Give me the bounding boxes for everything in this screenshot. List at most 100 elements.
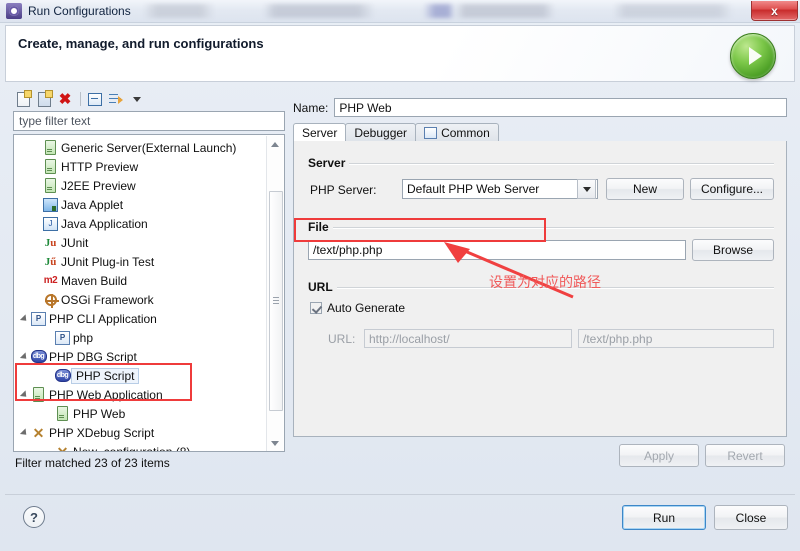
- java-applet-icon: [42, 198, 59, 212]
- expand-arrow-icon[interactable]: [18, 353, 30, 361]
- url-base-input: [364, 329, 572, 348]
- tree-item[interactable]: dbgPHP Script: [14, 366, 268, 385]
- tree-item[interactable]: Generic Server(External Launch): [14, 138, 268, 157]
- title-bar-blurred-region: [143, 4, 747, 18]
- tree-item[interactable]: ✕PHP XDebug Script: [14, 423, 268, 442]
- tree-item-label: Java Applet: [59, 198, 123, 212]
- php-server-select[interactable]: Default PHP Web Server: [402, 179, 598, 199]
- server-icon: [42, 140, 59, 155]
- tree-item[interactable]: m2Maven Build: [14, 271, 268, 290]
- tree-item[interactable]: OSGi Framework: [14, 290, 268, 309]
- expand-arrow-icon[interactable]: [18, 429, 30, 437]
- configurations-tree-list: Generic Server(External Launch) HTTP Prev…: [14, 135, 268, 452]
- tree-item-label: PHP XDebug Script: [47, 426, 154, 440]
- scrollbar-thumb[interactable]: [269, 191, 283, 411]
- scroll-up-arrow[interactable]: [267, 136, 283, 153]
- close-button[interactable]: Close: [714, 505, 788, 530]
- browse-file-button[interactable]: Browse: [692, 239, 774, 261]
- tree-item[interactable]: ✕New_configuration (8): [14, 442, 268, 452]
- revert-button[interactable]: Revert: [705, 444, 785, 467]
- tree-item[interactable]: Pphp: [14, 328, 268, 347]
- tree-item[interactable]: PHP Web: [14, 404, 268, 423]
- server-icon: [30, 387, 47, 402]
- tab-common[interactable]: Common: [415, 123, 499, 141]
- tab-label: Common: [441, 126, 490, 140]
- tree-item[interactable]: JJava Application: [14, 214, 268, 233]
- url-group: URL Auto Generate URL:: [306, 287, 774, 363]
- server-group: Server PHP Server: Default PHP Web Serve…: [306, 163, 774, 209]
- filter-input[interactable]: [13, 111, 285, 131]
- run-button[interactable]: Run: [622, 505, 706, 530]
- common-tab-icon: [424, 127, 437, 139]
- file-group: File Browse: [306, 227, 774, 269]
- java-application-icon: J: [42, 217, 59, 231]
- server-tab-panel: Server PHP Server: Default PHP Web Serve…: [293, 141, 787, 437]
- file-group-title: File: [306, 220, 333, 234]
- osgi-icon: [42, 294, 59, 306]
- xdebug-icon: ✕: [54, 445, 71, 453]
- configuration-editor-panel: Name: Server Debugger Common Server PHP Se…: [293, 88, 787, 486]
- scroll-down-arrow[interactable]: [267, 435, 283, 452]
- tree-item[interactable]: JuJUnit: [14, 233, 268, 252]
- toolbar-separator: [80, 92, 81, 106]
- junit-icon: Ju: [42, 237, 59, 249]
- group-divider: [306, 287, 774, 288]
- server-icon: [42, 159, 59, 174]
- tree-item-label: HTTP Preview: [59, 160, 138, 174]
- auto-generate-label: Auto Generate: [327, 301, 405, 315]
- configure-server-button[interactable]: Configure...: [690, 178, 774, 200]
- scrollbar-grip: [273, 297, 279, 305]
- url-label: URL:: [328, 332, 360, 346]
- maven-icon: m2: [42, 275, 59, 286]
- tree-item[interactable]: J2EE Preview: [14, 176, 268, 195]
- expand-arrow-icon[interactable]: [18, 315, 30, 323]
- duplicate-launch-configuration-button[interactable]: [34, 89, 54, 109]
- url-path-input: [578, 329, 774, 348]
- tree-item-label: JUnit Plug-in Test: [59, 255, 154, 269]
- run-play-icon: [730, 33, 776, 79]
- filter-configurations-button[interactable]: [106, 89, 126, 109]
- tree-item-label: New_configuration (8): [71, 445, 190, 453]
- php-icon: P: [54, 331, 71, 345]
- delete-launch-configuration-button[interactable]: ✖: [55, 89, 75, 109]
- configurations-tree[interactable]: Generic Server(External Launch) HTTP Prev…: [13, 134, 285, 452]
- tab-server[interactable]: Server: [293, 123, 346, 142]
- tree-item-label: PHP DBG Script: [47, 350, 137, 364]
- tree-item[interactable]: dbgPHP DBG Script: [14, 347, 268, 366]
- tree-item-label: OSGi Framework: [59, 293, 154, 307]
- file-path-input[interactable]: [308, 240, 686, 260]
- expand-arrow-icon[interactable]: [18, 391, 30, 399]
- apply-button[interactable]: Apply: [619, 444, 699, 467]
- tree-item-label: Generic Server(External Launch): [59, 141, 236, 155]
- close-window-button[interactable]: x: [751, 1, 798, 21]
- tab-label: Debugger: [354, 126, 407, 140]
- configurations-toolbar: ✖: [13, 88, 285, 110]
- name-input[interactable]: [334, 98, 787, 117]
- tree-item-label: PHP Web Application: [47, 388, 163, 402]
- auto-generate-checkbox[interactable]: Auto Generate: [310, 301, 405, 315]
- tab-debugger[interactable]: Debugger: [345, 123, 416, 141]
- tree-item[interactable]: PHP Web Application: [14, 385, 268, 404]
- window-title: Run Configurations: [28, 4, 131, 18]
- help-icon[interactable]: ?: [23, 506, 45, 528]
- tree-item[interactable]: PPHP CLI Application: [14, 309, 268, 328]
- new-document-icon: [17, 92, 30, 107]
- duplicate-icon: [38, 92, 51, 107]
- title-bar: Run Configurations x: [0, 0, 800, 23]
- collapse-all-button[interactable]: [85, 89, 105, 109]
- new-launch-configuration-button[interactable]: [13, 89, 33, 109]
- tree-item[interactable]: HTTP Preview: [14, 157, 268, 176]
- tree-item[interactable]: JűJUnit Plug-in Test: [14, 252, 268, 271]
- php-server-value: Default PHP Web Server: [403, 182, 577, 196]
- tree-item[interactable]: Java Applet: [14, 195, 268, 214]
- tree-scrollbar[interactable]: [266, 136, 283, 452]
- new-server-button[interactable]: New: [606, 178, 684, 200]
- xdebug-icon: ✕: [30, 426, 47, 440]
- group-divider: [306, 163, 774, 164]
- tree-item-label: PHP Web: [71, 407, 125, 421]
- tab-strip: Server Debugger Common: [293, 122, 787, 142]
- name-label: Name:: [293, 101, 328, 115]
- filter-status-text: Filter matched 23 of 23 items: [15, 456, 170, 470]
- page-title: Create, manage, and run configurations: [18, 36, 264, 51]
- toolbar-menu-button[interactable]: [127, 89, 147, 109]
